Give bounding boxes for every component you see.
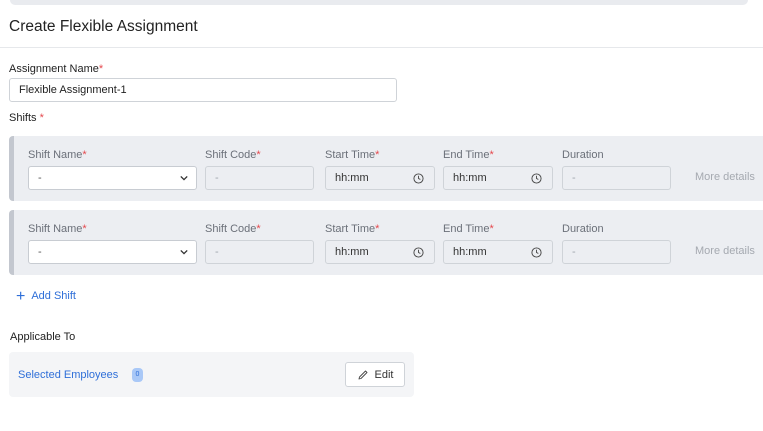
shift-name-select[interactable]: - [28, 240, 197, 264]
start-time-label-text: Start Time [325, 223, 376, 235]
end-time-label: End Time* [443, 149, 494, 161]
shift-name-label: Shift Name* [28, 223, 87, 235]
shift-code-field: - [205, 240, 314, 264]
shift-name-label: Shift Name* [28, 149, 87, 161]
edit-label: Edit [374, 368, 394, 381]
shift-name-label-text: Shift Name [28, 223, 83, 235]
duration-label: Duration [562, 223, 604, 235]
more-details-link[interactable]: More details [695, 171, 755, 183]
shift-code-label-text: Shift Code [205, 149, 257, 161]
applicable-to-heading: Applicable To [10, 331, 76, 343]
shift-name-value: - [38, 246, 42, 258]
selected-employees-card: Selected Employees 0 Edit [9, 352, 414, 397]
assignment-name-label-text: Assignment Name [9, 63, 99, 75]
start-time-label: Start Time* [325, 149, 379, 161]
end-time-label: End Time* [443, 223, 494, 235]
duration-field: - [562, 240, 671, 264]
start-time-label: Start Time* [325, 223, 379, 235]
duration-label: Duration [562, 149, 604, 161]
shift-code-field: - [205, 166, 314, 190]
top-strip [10, 0, 748, 5]
required-mark: * [375, 223, 380, 235]
required-mark: * [82, 149, 87, 161]
employee-count-badge: 0 [132, 368, 143, 382]
shift-name-value: - [38, 172, 42, 184]
shift-card: Shift Name* - Shift Code* - Start Time* … [9, 136, 763, 201]
title-divider [0, 47, 763, 48]
chevron-down-icon [180, 249, 188, 255]
assignment-name-label: Assignment Name* [9, 63, 103, 75]
shift-code-label: Shift Code* [205, 149, 261, 161]
pencil-icon [358, 370, 367, 379]
shift-name-select[interactable]: - [28, 166, 197, 190]
required-mark: * [489, 149, 494, 161]
end-time-label-text: End Time [443, 223, 490, 235]
end-time-value: hh:mm [453, 246, 487, 258]
plus-icon: + [16, 287, 26, 305]
add-shift-label: Add Shift [31, 290, 76, 302]
required-mark: * [98, 63, 104, 75]
clock-icon [413, 247, 424, 258]
end-time-value: hh:mm [453, 172, 487, 184]
assignment-name-input[interactable]: Flexible Assignment-1 [9, 78, 397, 102]
clock-icon [413, 173, 424, 184]
shifts-label-text: Shifts [9, 112, 37, 124]
more-details-link[interactable]: More details [695, 245, 755, 257]
shift-card: Shift Name* - Shift Code* - Start Time* … [9, 210, 763, 275]
shift-code-label: Shift Code* [205, 223, 261, 235]
start-time-value: hh:mm [335, 246, 369, 258]
start-time-input[interactable]: hh:mm [325, 240, 435, 264]
shifts-label: Shifts * [9, 112, 44, 124]
required-mark: * [82, 223, 87, 235]
start-time-input[interactable]: hh:mm [325, 166, 435, 190]
shift-code-label-text: Shift Code [205, 223, 257, 235]
page-title: Create Flexible Assignment [9, 18, 198, 35]
start-time-label-text: Start Time [325, 149, 376, 161]
edit-button[interactable]: Edit [345, 362, 405, 387]
required-mark: * [39, 112, 44, 124]
required-mark: * [256, 223, 261, 235]
selected-employees-link[interactable]: Selected Employees [18, 369, 118, 381]
end-time-input[interactable]: hh:mm [443, 166, 553, 190]
shift-name-label-text: Shift Name [28, 149, 83, 161]
required-mark: * [256, 149, 261, 161]
chevron-down-icon [180, 175, 188, 181]
required-mark: * [375, 149, 380, 161]
duration-field: - [562, 166, 671, 190]
add-shift-button[interactable]: + Add Shift [16, 287, 76, 305]
end-time-input[interactable]: hh:mm [443, 240, 553, 264]
clock-icon [531, 173, 542, 184]
required-mark: * [489, 223, 494, 235]
start-time-value: hh:mm [335, 172, 369, 184]
end-time-label-text: End Time [443, 149, 490, 161]
clock-icon [531, 247, 542, 258]
